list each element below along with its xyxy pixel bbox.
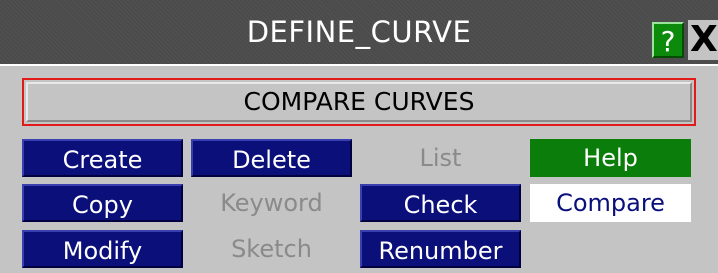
- keyword-button[interactable]: Keyword: [191, 184, 352, 222]
- banner-label: COMPARE CURVES: [26, 82, 692, 122]
- help-question-button[interactable]: ?: [652, 22, 684, 58]
- window-title: DEFINE_CURVE: [246, 15, 472, 49]
- sketch-button[interactable]: Sketch: [191, 230, 352, 268]
- define-curve-panel: DEFINE_CURVE ? X COMPARE CURVES Create D…: [0, 0, 718, 273]
- check-button[interactable]: Check: [360, 184, 521, 222]
- copy-button[interactable]: Copy: [22, 184, 183, 222]
- help-button[interactable]: Help: [530, 139, 691, 177]
- close-button[interactable]: X: [688, 20, 718, 60]
- compare-curves-banner: COMPARE CURVES: [22, 78, 696, 126]
- delete-button[interactable]: Delete: [191, 139, 352, 177]
- create-button[interactable]: Create: [22, 139, 183, 177]
- list-button[interactable]: List: [360, 139, 521, 177]
- renumber-button[interactable]: Renumber: [360, 230, 521, 268]
- compare-button[interactable]: Compare: [530, 184, 691, 222]
- title-bar: DEFINE_CURVE ? X: [0, 0, 718, 66]
- modify-button[interactable]: Modify: [22, 230, 183, 268]
